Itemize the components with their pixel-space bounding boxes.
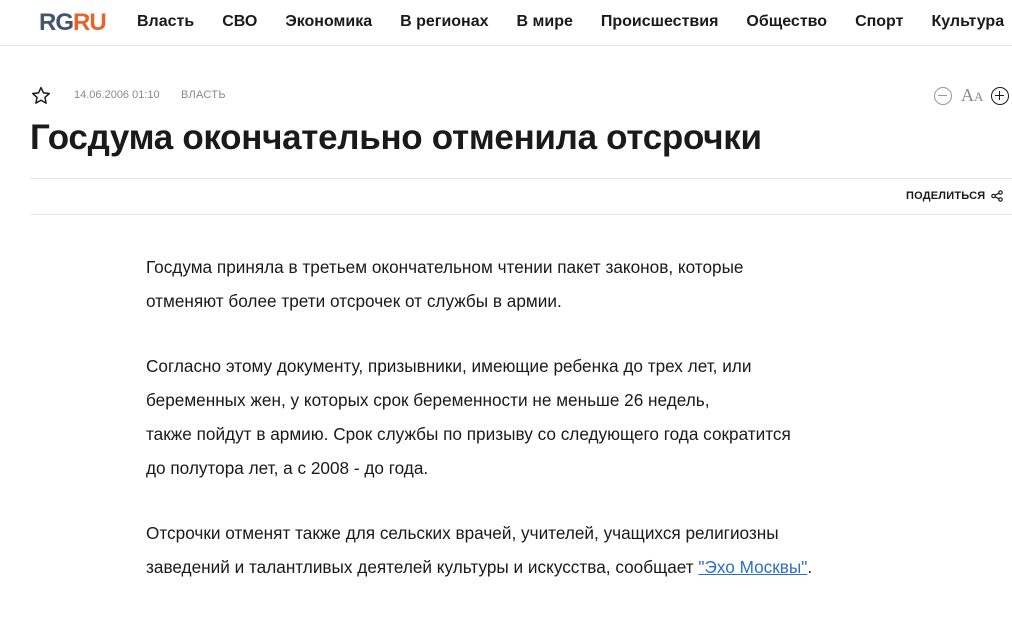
main-menu: Власть СВО Экономика В регионах В мире П… [137,12,1012,32]
site-logo[interactable]: RGRU [39,9,107,37]
top-navigation: RGRU Власть СВО Экономика В регионах В м… [0,0,1012,46]
publish-date: 14.06.2006 01:10 [74,89,160,101]
article-body: Госдума приняла в третьем окончательном … [146,250,906,615]
font-decrease-button[interactable] [934,87,952,105]
nav-item-regions[interactable]: В регионах [400,12,488,32]
nav-item-vlast[interactable]: Власть [137,12,194,32]
nav-item-svo[interactable]: СВО [222,12,257,32]
font-increase-button[interactable] [991,87,1009,105]
nav-item-culture[interactable]: Культура [931,12,1004,32]
nav-item-economy[interactable]: Экономика [285,12,372,32]
nav-item-incidents[interactable]: Происшествия [601,12,719,32]
font-size-label: AA [961,85,984,105]
article-paragraph: Отсрочки отменят также для сельских врач… [146,523,813,577]
article-paragraph: Госдума приняла в третьем окончательном … [146,257,744,311]
nav-item-world[interactable]: В мире [517,12,573,32]
divider [30,178,1012,179]
divider [30,214,1012,215]
bookmark-star-icon[interactable] [30,85,52,107]
source-link-echo-moskvy[interactable]: "Эхо Москвы" [698,557,807,577]
article-paragraph: Согласно этому документу, призывники, им… [146,356,791,478]
share-label: ПОДЕЛИТЬСЯ [906,190,986,202]
nav-item-sport[interactable]: Спорт [855,12,903,32]
rubric-link[interactable]: ВЛАСТЬ [181,89,226,101]
nav-item-society[interactable]: Общество [746,12,827,32]
article-title: Госдума окончательно отменила отсрочки [30,118,762,157]
share-button[interactable]: ПОДЕЛИТЬСЯ [906,190,1004,202]
share-icon [991,190,1004,202]
